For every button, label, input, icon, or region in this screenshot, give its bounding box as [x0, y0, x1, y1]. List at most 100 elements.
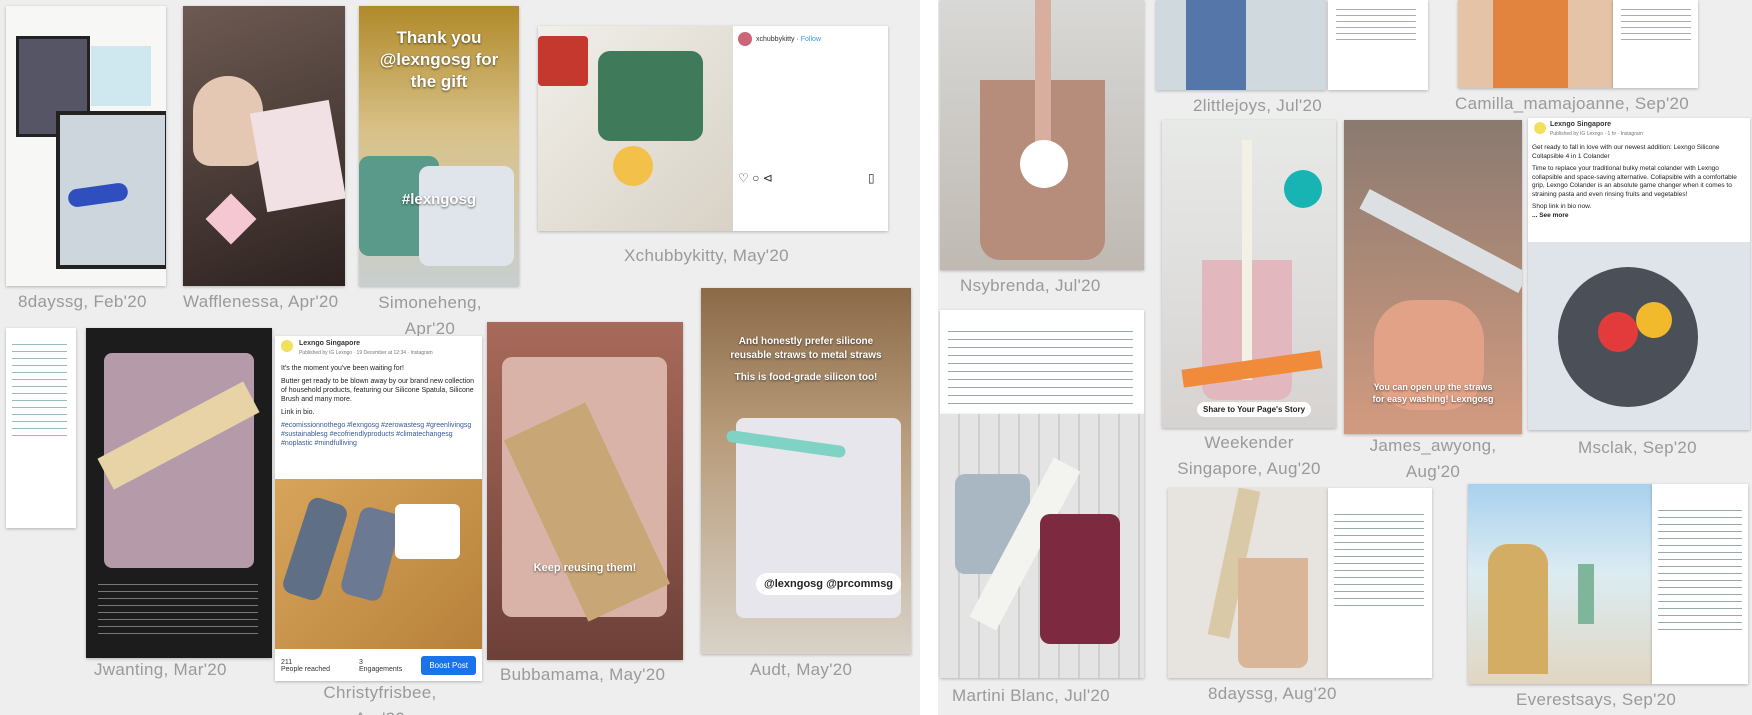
post-line: Get ready to fall in love with our newes… [1532, 144, 1720, 160]
ig-post-xchubbykitty: xchubbykitty · Follow ♡ ○ ⊲ ▯ [538, 26, 888, 231]
post-photo [538, 26, 733, 231]
caption-xchubbykitty: Xchubbykitty, May'20 [624, 246, 789, 265]
post-text-lines [1658, 504, 1742, 634]
story-text-1: You can open up the straws [1373, 382, 1493, 392]
bento-box [598, 51, 703, 141]
caption-8dayssg-aug: 8dayssg, Aug'20 [1208, 684, 1337, 703]
photo-bubbamama: Keep reusing them! [487, 322, 683, 660]
post-body: It's the moment you've been waiting for!… [281, 364, 476, 448]
post-text-lines [948, 324, 1133, 404]
caption-line: Aug'20 [1405, 462, 1461, 481]
caption-line: Simoneheng, [378, 293, 482, 312]
caption-bubbamama: Bubbamama, May'20 [500, 665, 666, 684]
collage-left: 8dayssg, Feb'20 Wafflenessa, Apr'20 Than… [0, 0, 920, 715]
story-text-3: the gift [410, 72, 468, 91]
silicone-straw [1242, 140, 1252, 380]
story-text-3: This is food-grade silicon too! [734, 372, 878, 383]
photo-martini-blanc [940, 414, 1144, 678]
photo-wafflenessa [183, 6, 345, 286]
caption-everestsays: Everestsays, Sep'20 [1516, 690, 1677, 709]
post-text-lines [12, 338, 67, 438]
engagement-number: 3 [359, 659, 363, 666]
post-photo [1528, 242, 1750, 430]
username[interactable]: xchubbykitty [756, 36, 795, 43]
silicone-brush [280, 495, 350, 603]
post-line: Shop link in bio now. [1532, 203, 1592, 210]
post-line: Link in bio. [281, 409, 315, 416]
apple [1598, 312, 1638, 352]
post-header: xchubbykitty · Follow [756, 36, 821, 43]
post-8dayssg-aug [1328, 488, 1432, 678]
caption-line: Apr'20 [300, 706, 460, 715]
story-text-1: Thank you [396, 28, 482, 47]
hashtag-sticker: #lexngosg [401, 191, 477, 208]
caption-audt: Audt, May'20 [750, 660, 853, 679]
post-text-lines [1621, 4, 1691, 44]
bubble-tea [1238, 558, 1308, 668]
like-comment-share-icons[interactable]: ♡ ○ ⊲ [738, 171, 773, 185]
caption-line: Christyfrisbee, [323, 683, 437, 702]
story-text-2: @lexngosg for [379, 50, 499, 69]
caption-camilla: Camilla_mamajoanne, Sep'20 [1455, 94, 1690, 113]
silicone-straw [1035, 0, 1051, 160]
caption-wafflenessa: Wafflenessa, Apr'20 [183, 292, 339, 311]
page-name[interactable]: Lexngo Singapore [1550, 121, 1611, 128]
post-line: Time to replace your traditional bulky m… [1532, 165, 1737, 198]
child [1186, 0, 1246, 90]
photo-8dayssg-aug [1168, 488, 1328, 678]
post-meta: Published by IG Lexngo · 1 hr · Instagra… [1550, 131, 1643, 137]
bookmark-icon[interactable]: ▯ [868, 171, 875, 185]
person [1493, 0, 1568, 88]
fb-post-christyfrisbee: Lexngo Singapore Published by IG Lexngo … [275, 336, 482, 681]
caption-msclak: Msclak, Sep'20 [1578, 438, 1697, 457]
story-text: Keep reusing them! [533, 562, 637, 574]
post-meta: Published by IG Lexngo · 19 December at … [299, 350, 433, 356]
photo-jwanting [86, 328, 272, 658]
mention-sticker: @lexngosg @prcommsg [756, 573, 902, 595]
post-text-lines [1334, 508, 1424, 608]
post-martini-header [940, 310, 1144, 414]
engagement-label: Engagements [359, 666, 403, 673]
water-bottle [1578, 564, 1594, 624]
caption-james-awyong: James_awyong, Aug'20 [1348, 433, 1518, 485]
story-text-2: reusable straws to metal straws [730, 350, 882, 361]
page-avatar [281, 340, 293, 352]
silicone-straw [1359, 189, 1522, 293]
post-camilla [1613, 0, 1698, 88]
page-name[interactable]: Lexngo Singapore [299, 340, 360, 347]
engagement-stat: 3 Engagements [359, 659, 402, 673]
post-line: It's the moment you've been waiting for! [281, 365, 404, 372]
photo-james-awyong: You can open up the straws for easy wash… [1344, 120, 1522, 434]
post-body: Get ready to fall in love with our newes… [1532, 144, 1746, 220]
photo-weekender: Share to Your Page's Story [1162, 120, 1336, 428]
food-item [613, 146, 653, 186]
story-text-1: And honestly prefer silicone [738, 336, 874, 347]
caption-jwanting: Jwanting, Mar'20 [94, 660, 227, 679]
post-line: Butter get ready to be blown away by our… [281, 378, 475, 403]
avatar [738, 32, 752, 46]
collapsible-cup [1040, 514, 1120, 644]
orange [1636, 302, 1672, 338]
boost-post-button[interactable]: Boost Post [421, 656, 476, 675]
reach-stat: 211 People reached [281, 659, 330, 673]
butter-dish [395, 504, 460, 559]
photo-nsybrenda [940, 0, 1144, 270]
caption-martini-blanc: Martini Blanc, Jul'20 [952, 686, 1110, 705]
hashtags[interactable]: #ecomissionnothego #lexngosg #zerowastes… [281, 421, 476, 448]
photo-2littlejoys [1156, 0, 1326, 90]
product-box [249, 99, 345, 213]
post-text-lines [1336, 4, 1416, 44]
caption-8dayssg: 8dayssg, Feb'20 [18, 292, 147, 311]
caption-weekender: Weekender Singapore, Aug'20 [1162, 430, 1336, 482]
see-more-link[interactable]: ... See more [1532, 212, 1746, 221]
reach-number: 211 [281, 659, 293, 666]
caption-nsybrenda: Nsybrenda, Jul'20 [960, 276, 1101, 295]
photo-8dayssg [6, 6, 166, 286]
share-to-story-button[interactable]: Share to Your Page's Story [1197, 402, 1312, 417]
follow-link[interactable]: Follow [801, 36, 821, 43]
plastic-free-sign [91, 46, 151, 106]
partial-post-left [6, 328, 76, 528]
photo-everestsays [1468, 484, 1652, 684]
collage-right: Nsybrenda, Jul'20 2littlejoys, Jul'20 Ca… [938, 0, 1752, 715]
person [1488, 544, 1548, 674]
